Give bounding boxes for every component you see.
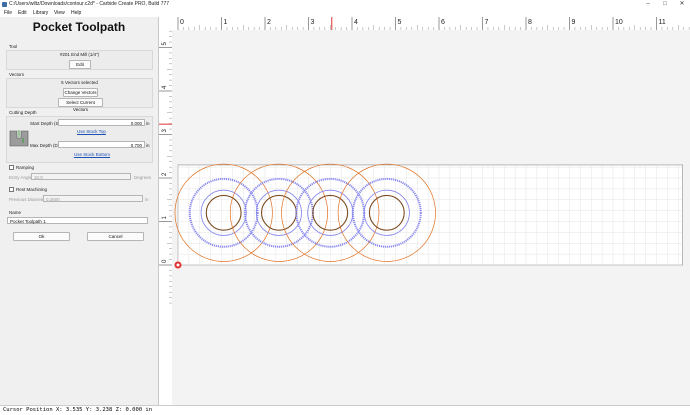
menu-file[interactable]: File [4,9,12,17]
ruler-label: 2 [267,19,271,26]
ramping-label: Ramping [16,165,35,170]
vectors-count: 5 Vectors selected [61,80,98,85]
panel-title: Pocket Toolpath [32,20,126,34]
maximize-button[interactable]: □ [657,0,673,9]
vectors-label: Vectors [9,72,25,77]
entry-angle-label: Entry Angle [9,175,33,180]
stock-area [177,164,683,266]
ruler-label: 7 [485,19,489,26]
use-stock-top-link[interactable]: Use Stock Top [77,129,106,134]
max-depth-label: Max Depth (D) [30,143,60,148]
horizontal-ruler: 0 1 2 3 4 5 6 7 8 9 10 11 [159,17,690,31]
origin-marker-center [176,263,180,267]
design-canvas[interactable] [172,30,690,405]
ruler-label: 4 [354,19,358,26]
ruler-label: 9 [572,19,576,26]
ramping-checkbox[interactable] [9,165,14,170]
canvas-drawing[interactable] [172,30,690,405]
menu-bar: File Edit Library View Help [0,9,690,17]
menu-help[interactable]: Help [71,9,81,17]
tool-group: #201 End Mill (1/4") Edit [6,50,153,70]
ruler-label: 5 [162,42,168,46]
rest-machining-checkbox[interactable] [9,187,14,192]
ruler-label: 3 [311,19,315,26]
previous-diameter-unit: in [145,197,149,202]
tool-label: Tool [9,44,18,49]
ruler-label: 3 [162,129,168,133]
window-title: C:/Users/wiltz/Downloads/contour.c2d* - … [9,1,170,7]
menu-view[interactable]: View [54,9,65,17]
menu-library[interactable]: Library [33,9,48,17]
max-depth-input[interactable]: 0.700 [58,141,145,148]
ruler-label: 5 [398,19,402,26]
ruler-label: 2 [162,172,168,176]
entry-angle-unit: Degrees [134,175,152,180]
depth-diagram-icon [9,130,29,147]
app-icon [2,2,7,7]
cutting-depth-group: Start Depth (S) 0.000 in Use Stock Top M… [6,116,153,163]
tool-edit-button[interactable]: Edit [69,60,91,69]
start-depth-label: Start Depth (S) [30,121,61,126]
ruler-label: 11 [659,19,666,26]
ruler-label: 1 [224,19,228,26]
menu-edit[interactable]: Edit [18,9,27,17]
vertical-ruler-scale: 0 1 2 3 4 5 [159,30,172,304]
start-depth-unit: in [146,121,150,126]
toolpath-panel: Pocket Toolpath Tool #201 End Mill (1/4"… [0,17,159,405]
tool-name: #201 End Mill (1/4") [59,52,100,57]
toolpath-name-input[interactable]: Pocket Toolpath 1 [7,217,148,224]
select-current-vectors-button[interactable]: Select Current Vectors [58,98,103,112]
rest-machining-label: Rest Machining [16,187,48,192]
horizontal-ruler-scale: 0 1 2 3 4 5 6 7 8 9 10 11 [177,17,690,30]
previous-diameter-input[interactable]: 0.2500 [43,195,143,202]
ruler-label: 8 [528,19,532,26]
ruler-label: 6 [441,19,445,26]
ruler-label: 10 [615,19,623,26]
entry-angle-input[interactable]: 10.0 [31,173,131,180]
ruler-label: 0 [162,259,168,263]
ruler-label: 0 [180,19,184,26]
ruler-label: 1 [162,216,168,220]
ruler-label: 4 [162,85,168,89]
minimize-button[interactable]: – [640,0,656,9]
previous-diameter-label: Previous Diameter [9,197,47,202]
cutting-depth-label: Cutting Depth [9,110,37,115]
change-vectors-button[interactable]: Change Vectors [63,88,98,97]
cancel-button[interactable]: Cancel [87,232,144,241]
use-stock-bottom-link[interactable]: Use Stock Bottom [74,152,110,157]
start-depth-input[interactable]: 0.000 [58,119,145,126]
name-label: Name [9,210,22,215]
vertical-ruler: 0 1 2 3 4 5 [159,30,173,405]
vectors-group: 5 Vectors selected Change Vectors Select… [6,78,153,112]
ok-button[interactable]: Ok [13,232,70,241]
max-depth-unit: in [146,143,150,148]
title-bar: C:/Users/wiltz/Downloads/contour.c2d* - … [0,0,690,9]
close-button[interactable]: ✕ [674,0,690,9]
